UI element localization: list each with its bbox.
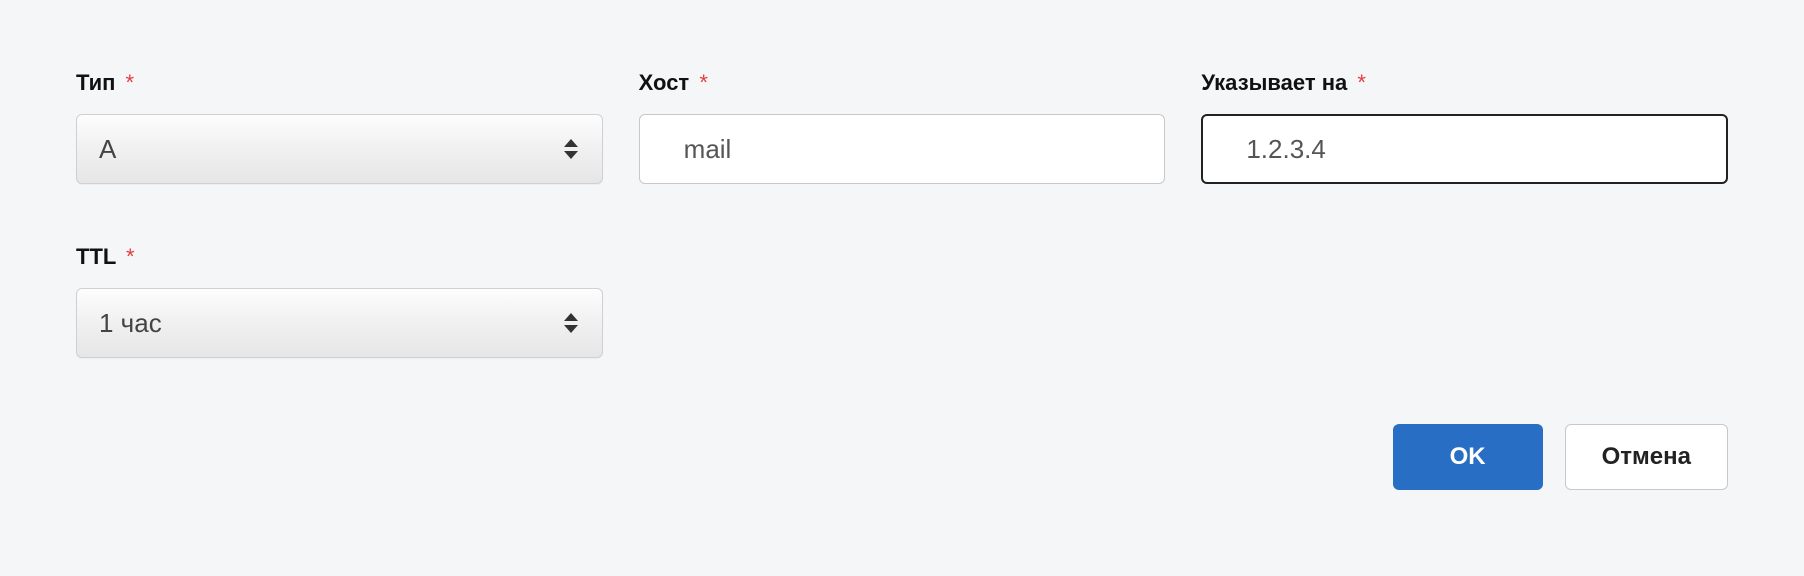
- required-asterisk: *: [699, 70, 708, 95]
- required-asterisk: *: [126, 244, 135, 269]
- host-field: Хост *: [639, 70, 1166, 184]
- ttl-label-text: TTL: [76, 244, 116, 269]
- ttl-label: TTL *: [76, 244, 603, 270]
- points-to-label-text: Указывает на: [1201, 70, 1347, 95]
- host-label-text: Хост: [639, 70, 690, 95]
- host-label: Хост *: [639, 70, 1166, 96]
- type-label: Тип *: [76, 70, 603, 96]
- ttl-field: TTL * 1 час: [76, 244, 603, 358]
- ttl-select-value: 1 час: [99, 308, 162, 339]
- type-select[interactable]: A: [76, 114, 603, 184]
- spacer: [639, 244, 1166, 358]
- host-input[interactable]: [639, 114, 1166, 184]
- points-to-label: Указывает на *: [1201, 70, 1728, 96]
- type-field: Тип * A: [76, 70, 603, 184]
- updown-caret-icon: [564, 313, 578, 333]
- type-label-text: Тип: [76, 70, 115, 95]
- ok-button[interactable]: OK: [1393, 424, 1543, 490]
- required-asterisk: *: [1357, 70, 1366, 95]
- updown-caret-icon: [564, 139, 578, 159]
- dns-record-form: Тип * A Хост * Указывает на * TTL *: [76, 70, 1728, 358]
- ttl-select[interactable]: 1 час: [76, 288, 603, 358]
- type-select-value: A: [99, 134, 116, 165]
- button-row: OK Отмена: [1393, 424, 1728, 490]
- points-to-input[interactable]: [1201, 114, 1728, 184]
- spacer: [1201, 244, 1728, 358]
- required-asterisk: *: [126, 70, 135, 95]
- points-to-field: Указывает на *: [1201, 70, 1728, 184]
- cancel-button[interactable]: Отмена: [1565, 424, 1728, 490]
